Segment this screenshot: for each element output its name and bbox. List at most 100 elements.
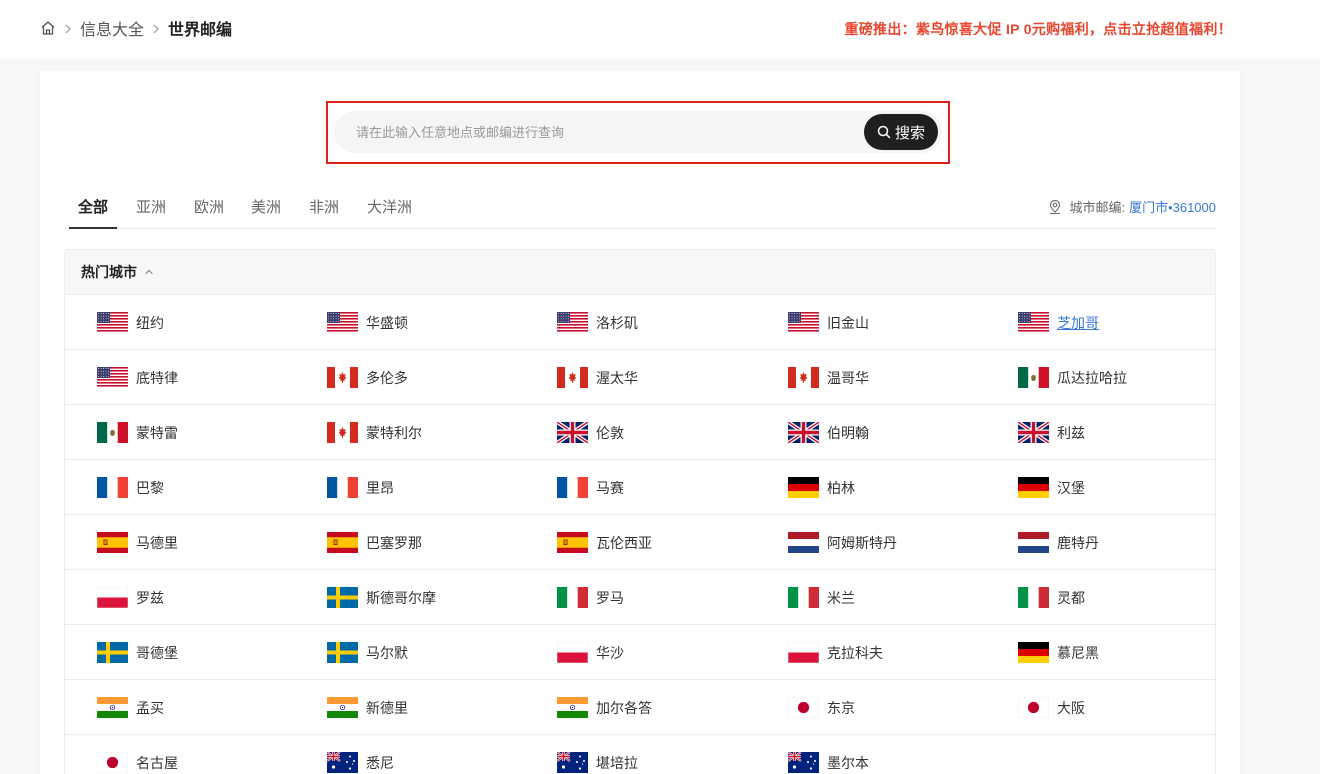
promo-link[interactable]: 重磅推出：紫鸟惊喜大促 IP 0元购福利，点击立抢超值福利！: [844, 19, 1232, 39]
flag-gb-icon: [1016, 420, 1051, 445]
city-postcode-value[interactable]: 厦门市•361000: [1129, 197, 1216, 216]
city-name: 罗马: [596, 589, 624, 606]
flag-ca-icon: [788, 367, 819, 388]
city-link[interactable]: 多伦多: [327, 350, 408, 405]
city-link[interactable]: 华沙: [556, 625, 624, 680]
city-link[interactable]: 灵都: [1018, 570, 1085, 625]
hot-cities-grid: 纽约 华盛顿 洛杉矶 旧金山 芝加哥底特律 多伦多 渥太华 温哥华 瓜达拉哈拉蒙特雷 蒙特利尔 伦敦…: [65, 295, 1215, 774]
city-name: 芝加哥: [1057, 314, 1099, 331]
city-name: 马赛: [596, 479, 624, 496]
chevron-up-icon: [145, 269, 153, 275]
tab-oceania[interactable]: 大洋洲: [367, 196, 412, 217]
city-link[interactable]: 鹿特丹: [1018, 515, 1099, 570]
flag-de-icon: [1018, 477, 1049, 498]
hot-cities-header[interactable]: 热门城市: [65, 250, 1215, 295]
city-name: 里昂: [366, 479, 394, 496]
city-link[interactable]: 温哥华: [788, 350, 869, 405]
flag-jp-icon: [787, 696, 820, 719]
city-link[interactable]: 旧金山: [788, 295, 869, 350]
city-name: 墨尔本: [827, 754, 869, 771]
flag-pl-icon: [787, 641, 820, 664]
city-link[interactable]: 汉堡: [1018, 460, 1085, 515]
city-name: 洛杉矶: [596, 314, 638, 331]
city-link[interactable]: 瓜达拉哈拉: [1018, 350, 1127, 405]
city-link[interactable]: 名古屋: [96, 735, 178, 774]
city-name: 孟买: [136, 699, 164, 716]
city-link[interactable]: 大阪: [1017, 680, 1085, 735]
city-link[interactable]: 巴黎: [97, 460, 164, 515]
flag-jp-icon: [96, 751, 129, 774]
flag-nl-icon: [1018, 532, 1049, 553]
city-link[interactable]: 罗兹: [96, 570, 164, 625]
city-link[interactable]: 马德里: [97, 515, 178, 570]
city-link[interactable]: 渥太华: [557, 350, 638, 405]
tab-americas[interactable]: 美洲: [251, 196, 281, 217]
flag-in-icon: [97, 697, 128, 718]
flag-ca-icon: [327, 367, 358, 388]
city-link[interactable]: 华盛顿: [327, 295, 408, 350]
city-link[interactable]: 哥德堡: [97, 625, 178, 680]
home-icon[interactable]: [40, 20, 56, 36]
city-name: 哥德堡: [136, 644, 178, 661]
flag-mx-icon: [97, 422, 128, 443]
city-link[interactable]: 蒙特利尔: [327, 405, 422, 460]
city-link[interactable]: 蒙特雷: [97, 405, 178, 460]
tab-all[interactable]: 全部: [78, 196, 108, 217]
city-link[interactable]: 柏林: [788, 460, 855, 515]
city-row: 底特律 多伦多 渥太华 温哥华 瓜达拉哈拉: [65, 350, 1215, 405]
city-link[interactable]: 新德里: [327, 680, 408, 735]
city-row: 罗兹 斯德哥尔摩 罗马 米兰 灵都: [65, 570, 1215, 625]
city-name: 克拉科夫: [827, 644, 883, 661]
search-button[interactable]: 搜索: [864, 114, 938, 150]
city-link[interactable]: 阿姆斯特丹: [788, 515, 897, 570]
city-link[interactable]: 堪培拉: [556, 735, 638, 774]
city-name: 斯德哥尔摩: [366, 589, 436, 606]
city-link[interactable]: 伯明翰: [786, 405, 869, 460]
flag-ca-icon: [557, 367, 588, 388]
city-name: 名古屋: [136, 754, 178, 771]
city-link[interactable]: 克拉科夫: [787, 625, 883, 680]
city-link[interactable]: 悉尼: [326, 735, 394, 774]
city-link[interactable]: 罗马: [557, 570, 624, 625]
city-link[interactable]: 里昂: [327, 460, 394, 515]
city-name: 纽约: [136, 314, 164, 331]
city-link[interactable]: 巴塞罗那: [327, 515, 422, 570]
flag-se-icon: [97, 642, 128, 663]
city-link[interactable]: 底特律: [97, 350, 178, 405]
city-name: 加尔各答: [596, 699, 652, 716]
city-link[interactable]: 加尔各答: [557, 680, 652, 735]
city-link[interactable]: 伦敦: [555, 405, 624, 460]
city-name: 汉堡: [1057, 479, 1085, 496]
city-link[interactable]: 墨尔本: [787, 735, 869, 774]
flag-us-icon: [327, 312, 358, 333]
city-link[interactable]: 纽约: [97, 295, 164, 350]
search-input[interactable]: [356, 111, 836, 153]
city-link[interactable]: 马尔默: [327, 625, 408, 680]
city-name: 东京: [827, 699, 855, 716]
flag-es-icon: [97, 532, 128, 553]
city-name: 蒙特利尔: [366, 424, 422, 441]
city-link[interactable]: 东京: [787, 680, 855, 735]
city-link[interactable]: 洛杉矶: [557, 295, 638, 350]
tab-europe[interactable]: 欧洲: [194, 196, 224, 217]
city-row: 纽约 华盛顿 洛杉矶 旧金山 芝加哥: [65, 295, 1215, 350]
city-link[interactable]: 瓦伦西亚: [557, 515, 652, 570]
flag-de-icon: [1018, 642, 1049, 663]
city-name: 马德里: [136, 534, 178, 551]
city-row: 蒙特雷 蒙特利尔 伦敦 伯明翰 利兹: [65, 405, 1215, 460]
city-row: 哥德堡 马尔默 华沙 克拉科夫 慕尼黑: [65, 625, 1215, 680]
city-link[interactable]: 利兹: [1016, 405, 1085, 460]
breadcrumb-item[interactable]: 信息大全: [80, 16, 144, 40]
city-name: 华沙: [596, 644, 624, 661]
city-link[interactable]: 米兰: [788, 570, 855, 625]
city-name: 堪培拉: [596, 754, 638, 771]
city-link[interactable]: 马赛: [557, 460, 624, 515]
tab-asia[interactable]: 亚洲: [136, 196, 166, 217]
city-name: 米兰: [827, 589, 855, 606]
city-link[interactable]: 孟买: [97, 680, 164, 735]
city-link[interactable]: 芝加哥: [1018, 295, 1099, 350]
breadcrumb-current: 世界邮编: [168, 22, 233, 39]
city-link[interactable]: 慕尼黑: [1018, 625, 1099, 680]
city-link[interactable]: 斯德哥尔摩: [327, 570, 436, 625]
tab-africa[interactable]: 非洲: [309, 196, 339, 217]
